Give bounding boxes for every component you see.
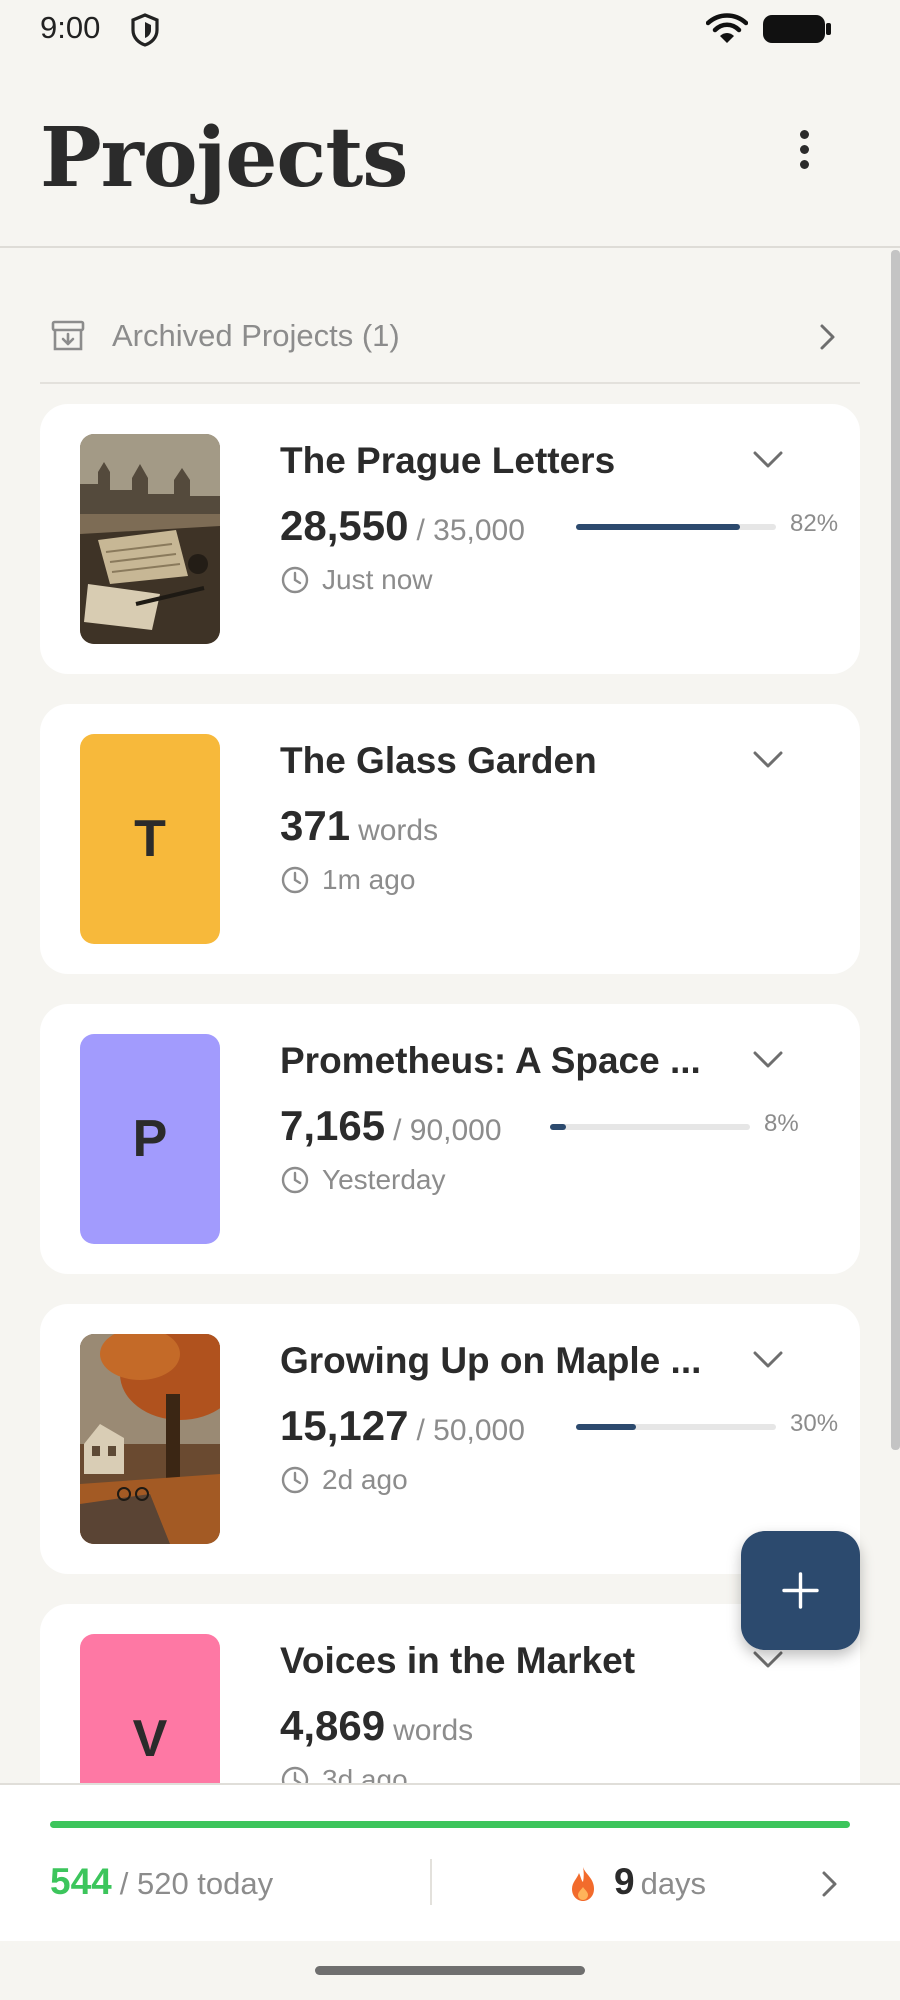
chevron-right-icon[interactable] [814,1867,844,1901]
project-cover-image [80,1334,220,1544]
word-count-value: 15,127 [280,1402,409,1449]
daily-goal: 544/ 520 today [50,1861,273,1903]
archived-projects-row[interactable]: Archived Projects (1) [40,300,860,384]
progress-percent: 82% [790,510,839,537]
word-count: 371 words [280,802,438,850]
project-title: Prometheus: A Space ... [280,1040,701,1081]
clock-icon [281,566,309,594]
progress-percent: 8% [764,1110,799,1137]
cover-letter: T [134,810,166,868]
last-edited: Yesterday [280,1164,446,1196]
last-edited-label: 1m ago [322,864,416,895]
archived-projects-label: Archived Projects (1) [112,318,400,353]
project-title: The Glass Garden [280,740,597,781]
project-cover-letter: T [80,734,220,944]
cover-letter: P [132,1110,168,1168]
progress-fill [550,1124,566,1130]
archive-icon [51,320,85,351]
project-title: Voices in the Market [280,1640,636,1681]
home-indicator[interactable] [315,1966,585,1975]
last-edited: Just now [280,564,433,596]
word-count-value: 371 [280,802,351,849]
streak-count: 9 [614,1861,635,1902]
last-edited-label: Just now [322,564,433,595]
word-count: 7,165/ 90,000 [280,1102,502,1150]
goal-target: / 520 today [119,1866,274,1901]
chevron-down-icon[interactable] [750,1044,786,1074]
add-project-button[interactable] [741,1531,860,1650]
clock-icon [281,1466,309,1494]
project-cover-image [80,434,220,644]
plus-icon [782,1572,819,1609]
word-count-value: 7,165 [280,1102,386,1149]
streak-unit: days [640,1866,707,1901]
chevron-down-icon[interactable] [750,1344,786,1374]
scrollbar[interactable] [891,250,900,1450]
progress-fill [576,524,740,530]
progress-percent: 30% [790,1410,839,1437]
word-count: 4,869 words [280,1702,473,1750]
streak: 9 days [614,1861,706,1903]
word-count-value: 4,869 [280,1702,386,1749]
project-card[interactable]: Growing Up on Maple ... 15,127/ 50,000 3… [40,1304,860,1574]
word-count: 28,550/ 35,000 [280,502,525,550]
daily-goal-bar[interactable]: 544/ 520 today 9 days [0,1783,900,1941]
project-card[interactable]: The Prague Letters 28,550/ 35,000 82% Ju… [40,404,860,674]
wifi-icon [706,13,748,43]
chevron-right-icon [820,324,835,350]
word-count-value: 28,550 [280,502,409,549]
word-count-goal: / 50,000 [416,1414,525,1447]
word-count-goal: / 35,000 [416,514,525,547]
clock-icon [281,866,309,894]
word-count-unit: words [358,814,439,847]
project-card[interactable]: P Prometheus: A Space ... 7,165/ 90,000 … [40,1004,860,1274]
word-count: 15,127/ 50,000 [280,1402,525,1450]
chevron-down-icon[interactable] [750,444,786,474]
project-card[interactable]: T The Glass Garden 371 words 1m ago [40,704,860,974]
word-count-goal: / 90,000 [393,1114,502,1147]
last-edited-label: Yesterday [322,1164,446,1195]
page-title: Projects [40,110,408,206]
last-edited-label: 2d ago [322,1464,408,1495]
goal-progress-bar [50,1821,850,1828]
status-time: 9:00 [40,10,101,45]
word-count-unit: words [393,1714,474,1747]
clock-icon [281,1166,309,1194]
progress-bar [576,524,776,530]
battery-icon [763,15,831,43]
progress-bar [576,1424,776,1430]
app-header: Projects [0,60,900,248]
project-title: The Prague Letters [280,440,616,481]
progress-fill [576,1424,636,1430]
shield-icon [131,13,159,47]
goal-words-written: 544 [50,1861,112,1902]
flame-icon [572,1867,594,1901]
project-cover-letter: P [80,1034,220,1244]
last-edited: 2d ago [280,1464,408,1496]
progress-bar [550,1124,750,1130]
divider [430,1859,432,1905]
chevron-down-icon[interactable] [750,744,786,774]
last-edited: 1m ago [280,864,415,896]
status-bar: 9:00 [0,0,900,60]
project-title: Growing Up on Maple ... [280,1340,702,1381]
more-vertical-icon[interactable] [784,124,824,180]
